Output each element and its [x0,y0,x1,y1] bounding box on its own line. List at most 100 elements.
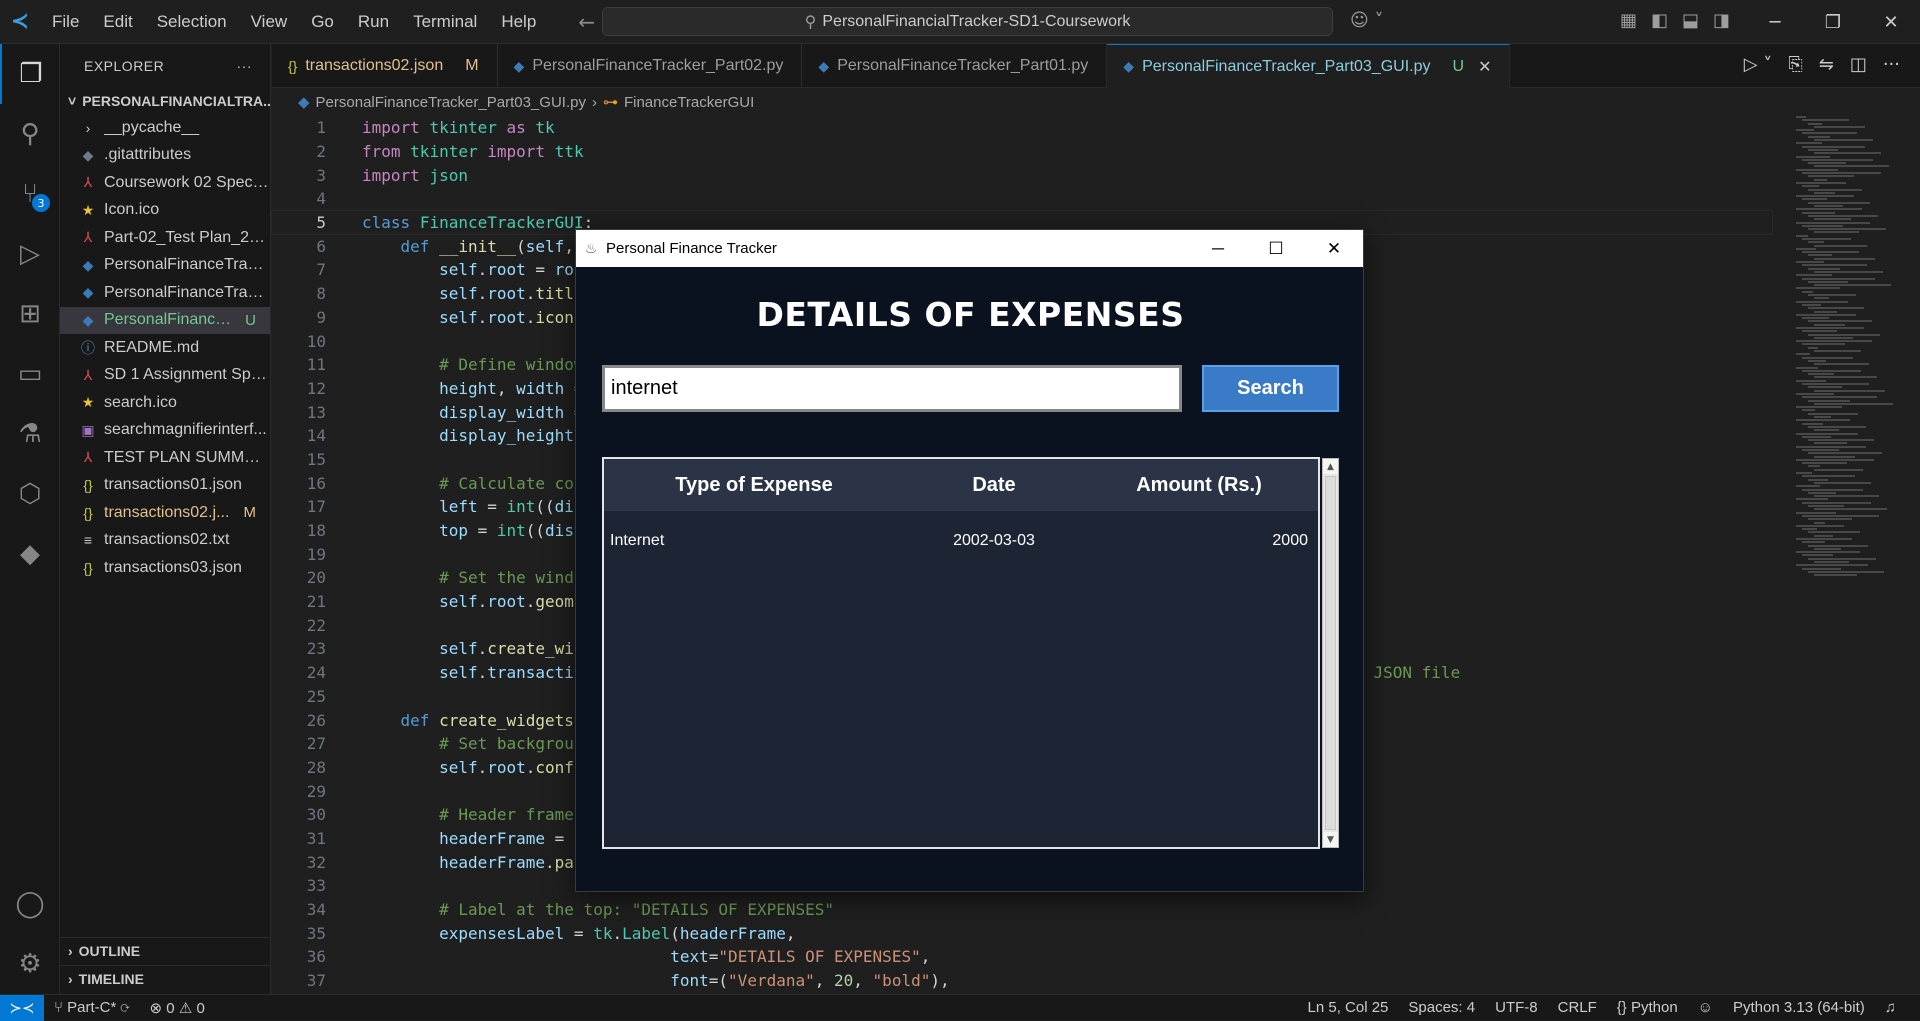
file-item[interactable]: ◆ PersonalFinanceTrack... [60,252,270,280]
editor-tab[interactable]: ◆ PersonalFinanceTracker_Part02.py [498,44,803,88]
code-line[interactable]: 3 import json [272,163,1772,187]
file-item[interactable]: ⅄ TEST PLAN SUMMAR... [60,444,270,472]
copilot-icon[interactable]: ☺ ˅ [1350,10,1384,31]
file-item[interactable]: ◆ PersonalFinanceTrack... [60,279,270,307]
extensions-icon[interactable]: ⊞ [0,284,60,344]
file-item[interactable]: {} transactions02.j... M [60,499,270,527]
restore-button[interactable]: ❐ [1804,0,1862,44]
file-item[interactable]: › __pycache__ [60,114,270,142]
more-actions-icon[interactable]: ··· [237,58,253,74]
settings-gear-icon[interactable]: ⚙ [0,934,60,994]
problems-indicator[interactable]: ⊗ 0 ⚠ 0 [140,999,215,1017]
file-item[interactable]: ◆ .gitattributes [60,142,270,170]
title-bar: ≺ File Edit Selection View Go Run Terminal Help… [0,0,1920,44]
source-control-icon[interactable]: ⑂ 3 [0,164,60,224]
menu-selection[interactable]: Selection [145,0,239,44]
editor-tab[interactable]: ◆ PersonalFinanceTracker_Part03_GUI.py U ✕ [1107,44,1511,88]
back-arrow-icon[interactable]: ← [578,10,595,34]
code-line[interactable]: 4 [272,187,1772,211]
file-item[interactable]: ◆ PersonalFinance... U [60,306,270,334]
code-line[interactable]: 2 from tkinter import ttk [272,140,1772,164]
open-changes-icon[interactable]: ⎘ [1788,54,1802,75]
customize-layout-icon[interactable]: ▦ [1620,10,1637,31]
notifications-bell-icon[interactable]: ♫ [1875,999,1906,1016]
indentation[interactable]: Spaces: 4 [1398,999,1485,1016]
file-item[interactable]: ≡ transactions02.txt [60,527,270,555]
search-view-icon[interactable]: ⚲ [0,104,60,164]
minimap-line [1802,211,1835,214]
toggle-panel-icon[interactable]: ⬓ [1682,10,1699,31]
remote-indicator-icon[interactable]: ≻≺ [0,994,44,1021]
menu-terminal[interactable]: Terminal [401,0,489,44]
table-row[interactable]: Internet 2002-03-03 2000 [604,525,1318,557]
breadcrumb-symbol[interactable]: FinanceTrackerGUI [624,94,754,111]
column-header-date[interactable]: Date [904,474,1084,497]
menu-view[interactable]: View [239,0,300,44]
accounts-icon[interactable]: ◯ [0,874,60,934]
menu-go[interactable]: Go [299,0,346,44]
language-mode[interactable]: {} Python [1607,999,1688,1016]
file-item[interactable]: {} transactions03.json [60,554,270,582]
run-debug-icon[interactable]: ▷ [0,224,60,284]
python-icon[interactable]: ◆ [0,524,60,584]
cursor-position[interactable]: Ln 5, Col 25 [1298,999,1399,1016]
toggle-secondary-sidebar-icon[interactable]: ◨ [1713,10,1730,31]
code-line[interactable]: 37 font=("Verdana", 20, "bold"), [272,969,1772,993]
minimize-button[interactable]: ─ [1746,0,1804,44]
tk-maximize-button[interactable]: ☐ [1247,230,1305,267]
search-input[interactable]: internet [602,365,1182,412]
file-encoding[interactable]: UTF-8 [1485,999,1548,1016]
python-interpreter[interactable]: Python 3.13 (64-bit) [1723,999,1875,1016]
scrollbar-thumb[interactable] [1325,476,1336,830]
file-item[interactable]: ⅄ Part-02_Test Plan_202... [60,224,270,252]
tk-close-button[interactable]: ✕ [1305,230,1363,267]
outline-section[interactable]: › OUTLINE [60,937,271,964]
tk-minimize-button[interactable]: ─ [1189,230,1247,267]
file-item[interactable]: ⓘ README.md [60,334,270,362]
file-item[interactable]: ★ search.ico [60,389,270,417]
file-name: search.ico [104,393,177,411]
table-scrollbar[interactable]: ▲ ▼ [1322,458,1339,848]
file-item[interactable]: ★ Icon.ico [60,197,270,225]
code-text: # Set the window [439,568,594,588]
column-header-amount[interactable]: Amount (Rs.) [1084,474,1314,497]
more-actions-icon[interactable]: ··· [1883,54,1900,75]
menu-run[interactable]: Run [346,0,401,44]
column-header-type[interactable]: Type of Expense [604,474,904,497]
code-line[interactable]: 35 expensesLabel = tk.Label(headerFrame, [272,921,1772,945]
explorer-icon[interactable]: ❐ [0,44,60,104]
containers-icon[interactable]: ⬡ [0,464,60,524]
minimap-line [1796,392,1834,395]
file-item[interactable]: ▣ searchmagnifierinterf... [60,417,270,445]
menu-help[interactable]: Help [489,0,548,44]
command-center-search[interactable]: ⚲ PersonalFinancialTracker-SD1-Coursewor… [602,7,1333,36]
split-editor-icon[interactable]: ◫ [1850,54,1867,75]
toggle-sidebar-icon[interactable]: ◧ [1651,10,1668,31]
minimap[interactable] [1796,116,1906,586]
scroll-down-arrow-icon[interactable]: ▼ [1323,832,1338,847]
code-line[interactable]: 34 # Label at the top: "DETAILS OF EXPEN… [272,898,1772,922]
breadcrumb-file[interactable]: PersonalFinanceTracker_Part03_GUI.py [316,94,586,111]
menu-edit[interactable]: Edit [91,0,144,44]
line-endings[interactable]: CRLF [1548,999,1607,1016]
project-root-folder[interactable]: ˅ PERSONALFINANCIALTRA... [60,88,270,114]
code-line[interactable]: 36 text="DETAILS OF EXPENSES", [272,945,1772,969]
menu-file[interactable]: File [40,0,91,44]
run-python-icon[interactable]: ▷ ˅ [1744,54,1773,75]
close-window-button[interactable]: ✕ [1862,0,1920,44]
file-item[interactable]: ⅄ SD 1 Assignment Spe... [60,362,270,390]
search-button[interactable]: Search [1202,365,1339,412]
editor-tab[interactable]: ◆ PersonalFinanceTracker_Part01.py [802,44,1108,88]
remote-explorer-icon[interactable]: ▭ [0,344,60,404]
close-tab-icon[interactable]: ✕ [1478,57,1491,77]
timeline-section[interactable]: › TIMELINE [60,965,271,992]
compare-icon[interactable]: ⇋ [1819,54,1834,75]
code-line[interactable]: 1 import tkinter as tk [272,116,1772,140]
file-item[interactable]: ⅄ Coursework 02 Specif... [60,169,270,197]
testing-icon[interactable]: ⚗ [0,404,60,464]
file-item[interactable]: {} transactions01.json [60,472,270,500]
editor-tab[interactable]: {} transactions02.json M [272,44,498,88]
copilot-status-icon[interactable]: ☺ [1688,999,1723,1016]
scroll-up-arrow-icon[interactable]: ▲ [1323,459,1338,474]
git-branch[interactable]: ⑂ Part-C* ⟳ [44,999,140,1016]
